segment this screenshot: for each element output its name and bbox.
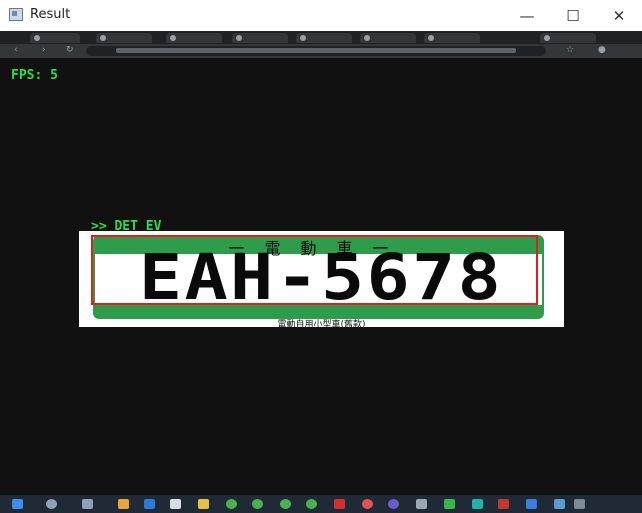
app-icon[interactable] — [388, 499, 399, 509]
plate-caption: 電動自用小型車(舊款) — [277, 320, 366, 330]
tab-favicon-icon — [34, 35, 40, 41]
app-icon[interactable] — [554, 499, 565, 509]
browser-tab-strip — [0, 31, 642, 44]
app-icon[interactable] — [444, 499, 455, 509]
window-titlebar: Result — ☐ ✕ — [0, 0, 642, 32]
tab-favicon-icon — [236, 35, 242, 41]
app-icon[interactable] — [170, 499, 181, 509]
browser-tab[interactable] — [424, 33, 480, 43]
browser-tab[interactable] — [232, 33, 288, 43]
tab-favicon-icon — [100, 35, 106, 41]
browser-tab[interactable] — [540, 33, 596, 43]
browser-tab[interactable] — [296, 33, 352, 43]
minimize-button[interactable]: — — [504, 0, 550, 31]
forward-icon[interactable]: › — [42, 45, 46, 55]
browser-tab[interactable] — [166, 33, 222, 43]
close-button[interactable]: ✕ — [596, 0, 642, 31]
profile-icon[interactable]: ● — [598, 45, 606, 55]
back-icon[interactable]: ‹ — [14, 45, 18, 55]
detection-bounding-box — [91, 235, 538, 305]
app-icon[interactable] — [280, 499, 291, 509]
fps-counter: FPS: 5 — [11, 68, 58, 83]
app-icon[interactable] — [472, 499, 483, 509]
tab-favicon-icon — [170, 35, 176, 41]
tab-favicon-icon — [544, 35, 550, 41]
app-icon[interactable] — [416, 499, 427, 509]
app-icon[interactable] — [306, 499, 317, 509]
app-icon[interactable] — [252, 499, 263, 509]
bookmark-icon[interactable]: ☆ — [566, 45, 574, 55]
reload-icon[interactable]: ↻ — [66, 45, 74, 55]
browser-tab[interactable] — [30, 33, 80, 43]
windows-start-icon[interactable] — [12, 499, 23, 509]
taskbar — [0, 495, 642, 513]
url-text — [116, 48, 516, 53]
search-icon[interactable] — [46, 499, 57, 509]
app-icon[interactable] — [226, 499, 237, 509]
app-window-icon — [9, 8, 23, 21]
app-icon[interactable] — [144, 499, 155, 509]
app-icon[interactable] — [362, 499, 373, 509]
tab-favicon-icon — [428, 35, 434, 41]
url-input[interactable] — [86, 46, 546, 56]
task-view-icon[interactable] — [82, 499, 93, 509]
app-icon[interactable] — [526, 499, 537, 509]
tab-favicon-icon — [364, 35, 370, 41]
app-icon[interactable] — [574, 499, 585, 509]
browser-tab[interactable] — [360, 33, 416, 43]
maximize-button[interactable]: ☐ — [550, 0, 596, 31]
window-title: Result — [30, 7, 71, 22]
browser-address-bar-row: ‹ › ↻ ☆ ● — [0, 44, 642, 58]
app-icon[interactable] — [118, 499, 129, 509]
tab-favicon-icon — [300, 35, 306, 41]
app-icon[interactable] — [334, 499, 345, 509]
browser-tab[interactable] — [96, 33, 152, 43]
app-icon[interactable] — [498, 499, 509, 509]
app-icon[interactable] — [198, 499, 209, 509]
